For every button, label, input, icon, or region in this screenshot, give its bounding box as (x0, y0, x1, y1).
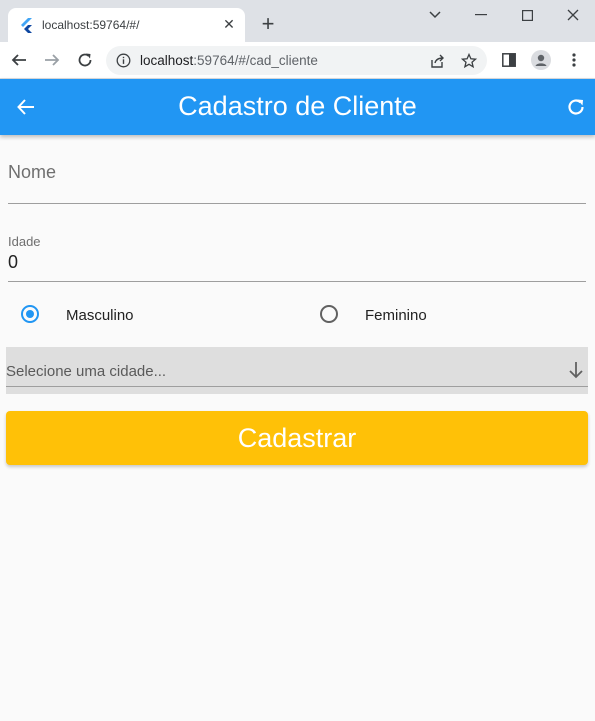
city-dropdown[interactable]: Selecione uma cidade... (6, 347, 588, 394)
tab-close-icon[interactable]: ✕ (221, 16, 237, 32)
minimize-icon[interactable] (469, 4, 493, 26)
idade-label: Idade (8, 234, 41, 249)
radio-feminino[interactable] (320, 305, 338, 323)
radio-masculino[interactable] (21, 305, 39, 323)
nome-field[interactable]: Nome (8, 150, 586, 204)
radio-masculino-label[interactable]: Masculino (66, 307, 134, 324)
site-info-icon[interactable] (116, 53, 131, 68)
share-icon[interactable] (428, 52, 445, 69)
close-window-icon[interactable] (561, 4, 585, 26)
tab-title: localhost:59764/#/ (42, 18, 140, 32)
idade-value: 0 (8, 252, 19, 272)
profile-avatar-icon[interactable] (531, 50, 551, 70)
arrow-down-icon[interactable] (566, 360, 586, 380)
forward-arrow-icon[interactable] (41, 49, 63, 71)
idade-field[interactable]: Idade 0 (8, 228, 586, 282)
side-panel-icon[interactable] (499, 50, 519, 70)
dropdown-underline (6, 386, 588, 387)
browser-toolbar: localhost:59764/#/cad_cliente (0, 42, 595, 79)
back-arrow-icon[interactable] (8, 49, 30, 71)
url-path: :59764/#/cad_cliente (193, 53, 318, 68)
url-text[interactable]: localhost:59764/#/cad_cliente (140, 53, 318, 68)
app-bar: Cadastro de Cliente (0, 79, 595, 135)
url-host: localhost (140, 53, 194, 68)
more-menu-icon[interactable] (564, 50, 584, 70)
nome-placeholder: Nome (8, 162, 57, 182)
radio-feminino-label[interactable]: Feminino (365, 307, 427, 324)
bookmark-star-icon[interactable] (460, 52, 477, 69)
tab-search-chevron-icon[interactable] (423, 4, 447, 26)
browser-tab-strip: localhost:59764/#/ ✕ + (0, 0, 595, 42)
browser-tab[interactable]: localhost:59764/#/ ✕ (8, 8, 245, 42)
flutter-icon (21, 18, 32, 33)
city-placeholder: Selecione uma cidade... (6, 363, 167, 380)
maximize-icon[interactable] (515, 4, 539, 26)
refresh-icon[interactable] (564, 95, 588, 119)
cadastrar-button[interactable]: Cadastrar (6, 411, 588, 465)
address-bar[interactable]: localhost:59764/#/cad_cliente (106, 46, 487, 75)
new-tab-icon[interactable]: + (258, 13, 278, 35)
reload-icon[interactable] (74, 49, 96, 71)
page-title: Cadastro de Cliente (178, 91, 417, 121)
